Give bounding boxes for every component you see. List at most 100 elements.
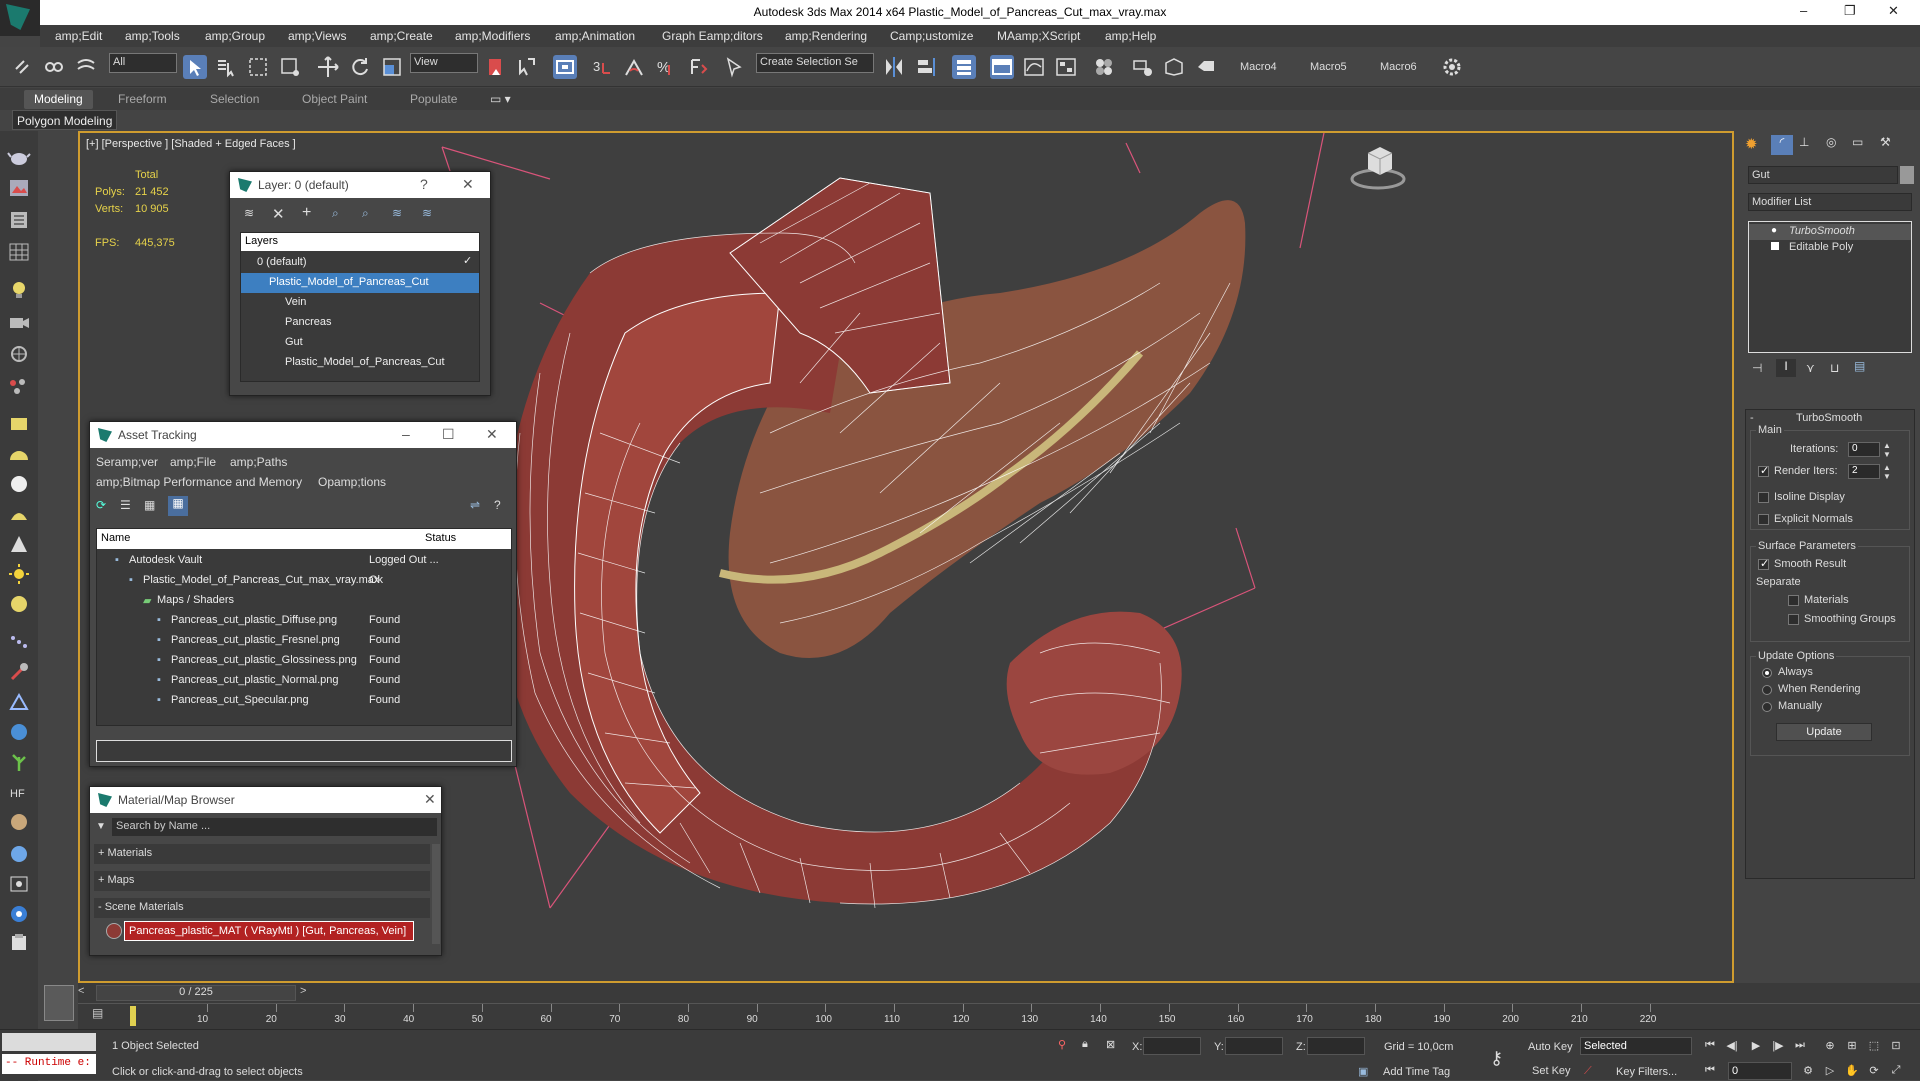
remove-modifier-icon[interactable]: ⊔ xyxy=(1830,361,1839,375)
menu-animation[interactable]: amp;Animation xyxy=(555,29,635,43)
maximize-viewport-icon[interactable]: ⤢ xyxy=(1888,1064,1904,1078)
add-to-layer-icon[interactable]: + xyxy=(302,204,311,222)
asset-menu-file[interactable]: amp;File xyxy=(170,455,216,469)
close-window-button[interactable]: ✕ xyxy=(1888,3,1899,19)
key-filters-button[interactable]: Key Filters... xyxy=(1616,1066,1677,1078)
ribbon-options-icon[interactable]: ▭ ▾ xyxy=(490,92,511,106)
menu-group[interactable]: amp;Group xyxy=(205,29,265,43)
spinner-snap-icon[interactable] xyxy=(686,55,710,79)
material-search-input[interactable]: Search by Name ... xyxy=(112,818,437,836)
asset-menu-server[interactable]: Seramp;ver xyxy=(96,455,158,469)
asset-row[interactable]: ▪ Pancreas_cut_plastic_Fresnel.png Found xyxy=(97,631,511,651)
smooth-result-checkbox[interactable] xyxy=(1758,557,1769,570)
angle-snap-icon[interactable] xyxy=(622,55,646,79)
hide-all-icon[interactable]: ≋ xyxy=(392,206,402,220)
set-key-button[interactable]: Set Key xyxy=(1532,1065,1571,1077)
modify-tab-icon[interactable]: ◜ xyxy=(1771,135,1793,155)
layer-row-model[interactable]: Plastic_Model_of_Pancreas_Cut xyxy=(241,353,479,373)
orbit-icon[interactable]: ⟳ xyxy=(1866,1064,1882,1078)
grid-icon[interactable] xyxy=(7,241,31,263)
dots-icon[interactable] xyxy=(7,631,31,653)
highlight-layer-icon[interactable]: ⌕ xyxy=(362,206,369,221)
scale-icon[interactable] xyxy=(380,55,404,79)
previous-frame-icon[interactable]: ◀| xyxy=(1724,1039,1740,1053)
pivot-center-icon[interactable] xyxy=(484,55,508,79)
helper-icon[interactable] xyxy=(7,343,31,365)
help-button[interactable]: ? xyxy=(420,176,428,192)
key-mode-toggle-icon[interactable]: ⏮ xyxy=(1702,1064,1718,1078)
time-slider-thumb[interactable]: 0 / 225 xyxy=(96,985,296,1001)
render-icon[interactable] xyxy=(7,903,31,925)
asset-menu-paths[interactable]: amp;Paths xyxy=(230,455,287,469)
lock-selection-icon[interactable]: 🔒︎ xyxy=(1082,1038,1088,1051)
maximize-button[interactable]: ❐ xyxy=(1844,3,1856,19)
track-view-icon[interactable]: ▤ xyxy=(92,1006,103,1020)
scene-material-item[interactable]: Pancreas_plastic_MAT ( VRayMtl ) [Gut, P… xyxy=(124,921,414,941)
field-of-view-icon[interactable]: ▷ xyxy=(1822,1064,1838,1078)
asset-row[interactable]: ▪ Plastic_Model_of_Pancreas_Cut_max_vray.… xyxy=(97,571,511,591)
smoothing-groups-checkbox[interactable] xyxy=(1788,614,1799,625)
lightbulb-icon[interactable]: ● xyxy=(1771,225,1777,236)
selection-filter-dropdown[interactable]: All xyxy=(109,53,177,73)
iterations-spinner[interactable]: 0 xyxy=(1848,442,1880,457)
freeze-all-icon[interactable]: ≋ xyxy=(422,206,432,220)
mirror-icon[interactable] xyxy=(882,55,906,79)
asset-row[interactable]: ▪ Autodesk Vault Logged Out ... xyxy=(97,551,511,571)
object-name-field[interactable]: Gut xyxy=(1748,166,1898,184)
minimize-track-icon[interactable] xyxy=(44,985,74,1021)
rectangular-selection-icon[interactable] xyxy=(246,55,270,79)
motion-tab-icon[interactable]: ◎ xyxy=(1826,135,1846,155)
tab-selection[interactable]: Selection xyxy=(210,92,259,106)
object-color-swatch[interactable] xyxy=(1900,166,1914,184)
archive-icon[interactable] xyxy=(7,931,31,953)
menu-views[interactable]: amp;Views xyxy=(288,29,346,43)
refresh-icon[interactable]: ⟳ xyxy=(96,498,116,516)
pan-icon[interactable]: ✋ xyxy=(1844,1064,1860,1078)
help-icon[interactable]: ? xyxy=(494,498,501,512)
plant-icon[interactable] xyxy=(7,751,31,773)
asset-row[interactable]: ▰ Maps / Shaders xyxy=(97,591,511,611)
minimize-button[interactable]: – xyxy=(1800,3,1807,18)
layer-row-gut[interactable]: Gut xyxy=(241,333,479,353)
timeline-track[interactable]: 10 20 30 40 50 60 70 80 90 100 110 120 130 140 150 160 1… xyxy=(78,1003,1920,1029)
menu-maxscript[interactable]: MAamp;XScript xyxy=(997,29,1080,43)
layer-row-pancreas[interactable]: Plastic_Model_of_Pancreas_Cut xyxy=(241,273,479,293)
make-unique-icon[interactable]: ⋎ xyxy=(1806,361,1815,375)
materials-section[interactable]: + Materials xyxy=(94,844,430,864)
next-frame-button-icon[interactable]: |▶ xyxy=(1770,1039,1786,1053)
menu-edit[interactable]: amp;Edit xyxy=(55,29,102,43)
viewcube[interactable] xyxy=(1350,141,1406,191)
shape-icon[interactable] xyxy=(7,691,31,713)
modifier-list-dropdown[interactable]: Modifier List xyxy=(1748,193,1912,211)
menu-graph-editors[interactable]: Graph Eamp;ditors xyxy=(662,29,763,43)
manually-radio[interactable] xyxy=(1762,702,1772,712)
tab-object-paint[interactable]: Object Paint xyxy=(302,92,367,106)
target-icon[interactable] xyxy=(7,873,31,895)
menu-rendering[interactable]: amp;Rendering xyxy=(785,29,867,43)
rendered-frame-window-icon[interactable] xyxy=(1162,55,1186,79)
go-to-start-icon[interactable]: ⏮ xyxy=(1702,1039,1718,1053)
asset-path-field[interactable] xyxy=(96,740,512,762)
select-in-layer-icon[interactable]: ⌕ xyxy=(332,206,339,221)
prev-frame-icon[interactable]: < xyxy=(78,985,94,1001)
zoom-extents-all-icon[interactable]: ⊡ xyxy=(1888,1039,1904,1053)
display-tab-icon[interactable]: ▭ xyxy=(1852,135,1872,155)
configure-sets-icon[interactable]: ▤ xyxy=(1854,359,1865,373)
select-manipulate-icon[interactable] xyxy=(514,55,538,79)
key-icon[interactable]: ⚷ xyxy=(1490,1048,1503,1069)
sphere-blue-icon[interactable] xyxy=(7,843,31,865)
select-object-icon[interactable] xyxy=(183,55,207,79)
layer-row-pancreas-object[interactable]: Pancreas xyxy=(241,313,479,333)
select-link-icon[interactable] xyxy=(42,55,66,79)
minimize-icon[interactable]: – xyxy=(402,426,410,442)
new-layer-icon[interactable]: ≋ xyxy=(244,206,254,220)
list-view-icon[interactable]: ☰ xyxy=(120,498,140,516)
maps-section[interactable]: + Maps xyxy=(94,871,430,891)
y-coordinate-field[interactable] xyxy=(1225,1037,1283,1055)
macro5-button[interactable]: Macro5 xyxy=(1310,61,1347,73)
asset-menu-bitmap[interactable]: amp;Bitmap Performance and Memory xyxy=(96,475,302,489)
zoom-all-icon[interactable]: ⊞ xyxy=(1844,1039,1860,1053)
pin-stack-icon[interactable]: ⊣ xyxy=(1752,361,1762,375)
layer-explorer-icon[interactable] xyxy=(952,55,976,79)
hierarchy-tab-icon[interactable]: ⊥ xyxy=(1799,135,1819,155)
